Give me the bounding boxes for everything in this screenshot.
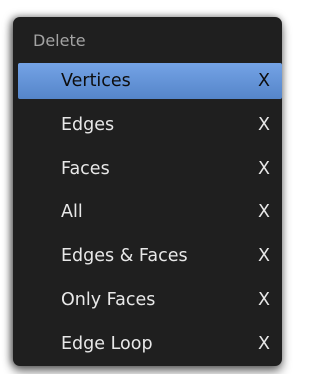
menu-item-edges[interactable]: Edges X — [18, 107, 282, 143]
delete-menu: Delete Vertices X Edges X Faces X All X … — [13, 17, 282, 366]
menu-item-label: Edge Loop — [61, 334, 153, 354]
menu-item-edge-loop[interactable]: Edge Loop X — [18, 326, 282, 362]
menu-item-shortcut: X — [258, 159, 270, 179]
menu-item-shortcut: X — [258, 202, 270, 222]
menu-item-label: Edges — [61, 115, 115, 135]
menu-item-vertices[interactable]: Vertices X — [18, 63, 282, 99]
menu-item-all[interactable]: All X — [18, 194, 282, 230]
menu-item-label: Only Faces — [61, 290, 156, 310]
menu-item-label: Faces — [61, 159, 110, 179]
menu-item-shortcut: X — [258, 71, 270, 91]
menu-item-edges-and-faces[interactable]: Edges & Faces X — [18, 238, 282, 274]
menu-item-only-faces[interactable]: Only Faces X — [18, 282, 282, 318]
menu-item-shortcut: X — [258, 246, 270, 266]
menu-item-label: All — [61, 202, 83, 222]
menu-item-shortcut: X — [258, 115, 270, 135]
menu-item-label: Vertices — [61, 71, 131, 91]
menu-item-label: Edges & Faces — [61, 246, 188, 266]
menu-title: Delete — [33, 31, 86, 50]
menu-item-shortcut: X — [258, 290, 270, 310]
menu-item-shortcut: X — [258, 334, 270, 354]
menu-item-faces[interactable]: Faces X — [18, 151, 282, 187]
